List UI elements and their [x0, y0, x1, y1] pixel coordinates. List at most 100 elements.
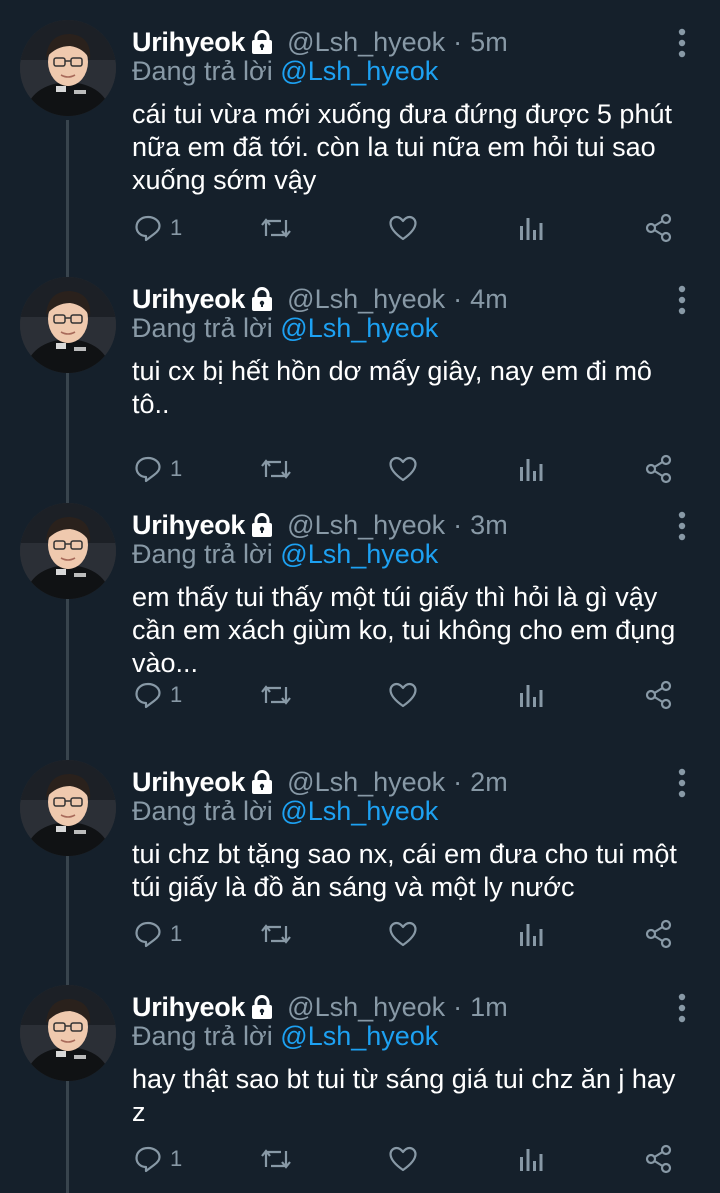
- reply-button[interactable]: 1: [134, 1145, 182, 1173]
- user-handle[interactable]: @Lsh_hyeok: [287, 284, 445, 315]
- tweet-text-line: tui cx bị hết hồn dơ mấy giây, nay em đi…: [132, 356, 652, 386]
- like-button[interactable]: [388, 455, 418, 483]
- display-name[interactable]: Urihyeok: [132, 510, 245, 541]
- replying-to: Đang trả lời @Lsh_hyeok: [132, 1021, 438, 1057]
- reply-icon: [135, 456, 161, 483]
- share-button[interactable]: [644, 454, 674, 484]
- reply-button[interactable]: 1: [134, 214, 182, 242]
- display-name[interactable]: Urihyeok: [132, 27, 245, 58]
- tweet-text-line: xuống sớm vậy: [132, 165, 317, 195]
- user-handle[interactable]: @Lsh_hyeok: [287, 767, 445, 798]
- mention-link[interactable]: @Lsh_hyeok: [280, 539, 438, 569]
- user-handle[interactable]: @Lsh_hyeok: [287, 510, 445, 541]
- retweet-button[interactable]: [260, 214, 292, 242]
- separator-dot: ·: [453, 26, 463, 57]
- action-bar: 1: [132, 675, 692, 715]
- user-handle[interactable]: @Lsh_hyeok: [287, 27, 445, 58]
- more-options-button[interactable]: [678, 28, 686, 58]
- like-button[interactable]: [388, 1145, 418, 1173]
- share-icon: [645, 213, 672, 243]
- more-vertical-icon: [678, 511, 686, 541]
- separator-dot: ·: [453, 991, 463, 1022]
- replying-to-label: Đang trả lời: [132, 539, 273, 569]
- more-options-button[interactable]: [678, 285, 686, 315]
- lock-icon: [249, 769, 275, 795]
- like-icon: [389, 215, 417, 241]
- action-bar: 1: [132, 1139, 692, 1179]
- more-vertical-icon: [678, 993, 686, 1023]
- action-bar: 1: [132, 208, 692, 248]
- display-name[interactable]: Urihyeok: [132, 284, 245, 315]
- avatar[interactable]: [20, 277, 116, 373]
- more-options-button[interactable]: [678, 993, 686, 1023]
- avatar[interactable]: [20, 20, 116, 116]
- more-vertical-icon: [678, 768, 686, 798]
- avatar[interactable]: [20, 503, 116, 599]
- mention-link[interactable]: @Lsh_hyeok: [280, 313, 438, 343]
- timestamp[interactable]: 4m: [470, 284, 508, 315]
- avatar[interactable]: [20, 985, 116, 1081]
- analytics-button[interactable]: [518, 455, 544, 483]
- retweet-icon: [261, 1149, 291, 1169]
- mention-link[interactable]: @Lsh_hyeok: [280, 796, 438, 826]
- share-button[interactable]: [644, 919, 674, 949]
- share-button[interactable]: [644, 1144, 674, 1174]
- reply-count: 1: [170, 1146, 183, 1171]
- retweet-icon: [261, 924, 291, 944]
- display-name[interactable]: Urihyeok: [132, 992, 245, 1023]
- more-options-button[interactable]: [678, 511, 686, 541]
- tweet-text-line: em thấy tui thấy một túi giấy thì hỏi là…: [132, 582, 658, 612]
- retweet-icon: [261, 459, 291, 479]
- share-button[interactable]: [644, 680, 674, 710]
- separator-dot: ·: [453, 509, 463, 540]
- mention-link[interactable]: @Lsh_hyeok: [280, 1021, 438, 1051]
- share-icon: [645, 454, 672, 484]
- like-button[interactable]: [388, 214, 418, 242]
- timestamp[interactable]: 3m: [470, 510, 508, 541]
- replying-to: Đang trả lời @Lsh_hyeok: [132, 313, 438, 349]
- display-name[interactable]: Urihyeok: [132, 767, 245, 798]
- like-button[interactable]: [388, 920, 418, 948]
- share-button[interactable]: [644, 213, 674, 243]
- retweet-button[interactable]: [260, 920, 292, 948]
- tweet-text: cái tui vừa mới xuống đưa đứng được 5 ph…: [132, 98, 702, 197]
- tweet-text: tui chz bt tặng sao nx, cái em đưa cho t…: [132, 838, 702, 904]
- share-icon: [645, 680, 672, 710]
- tweet-text-line: tui chz bt tặng sao nx, cái em đưa cho t…: [132, 839, 677, 869]
- reply-button[interactable]: 1: [134, 920, 182, 948]
- timestamp[interactable]: 2m: [470, 767, 508, 798]
- lock-icon: [249, 994, 275, 1020]
- reply-button[interactable]: 1: [134, 455, 182, 483]
- reply-button[interactable]: 1: [134, 681, 182, 709]
- tweet-text: em thấy tui thấy một túi giấy thì hỏi là…: [132, 581, 702, 680]
- like-icon: [389, 1146, 417, 1172]
- avatar[interactable]: [20, 760, 116, 856]
- retweet-icon: [261, 685, 291, 705]
- analytics-button[interactable]: [518, 681, 544, 709]
- analytics-button[interactable]: [518, 1145, 544, 1173]
- share-icon: [645, 919, 672, 949]
- replying-to-label: Đang trả lời: [132, 1021, 273, 1051]
- timestamp[interactable]: 5m: [470, 27, 508, 58]
- tweet-text-line: tô..: [132, 389, 170, 419]
- tweet-text-line: cái tui vừa mới xuống đưa đứng được 5 ph…: [132, 99, 672, 129]
- user-handle[interactable]: @Lsh_hyeok: [287, 992, 445, 1023]
- retweet-button[interactable]: [260, 681, 292, 709]
- timestamp[interactable]: 1m: [470, 992, 508, 1023]
- lock-icon: [249, 29, 275, 55]
- analytics-icon: [520, 685, 543, 707]
- mention-link[interactable]: @Lsh_hyeok: [280, 56, 438, 86]
- like-button[interactable]: [388, 681, 418, 709]
- like-icon: [389, 921, 417, 947]
- retweet-icon: [261, 218, 291, 238]
- more-options-button[interactable]: [678, 768, 686, 798]
- analytics-button[interactable]: [518, 214, 544, 242]
- retweet-button[interactable]: [260, 455, 292, 483]
- analytics-button[interactable]: [518, 920, 544, 948]
- like-icon: [389, 682, 417, 708]
- separator-dot: ·: [453, 283, 463, 314]
- reply-icon: [135, 921, 161, 948]
- share-icon: [645, 1144, 672, 1174]
- separator-dot: ·: [453, 766, 463, 797]
- retweet-button[interactable]: [260, 1145, 292, 1173]
